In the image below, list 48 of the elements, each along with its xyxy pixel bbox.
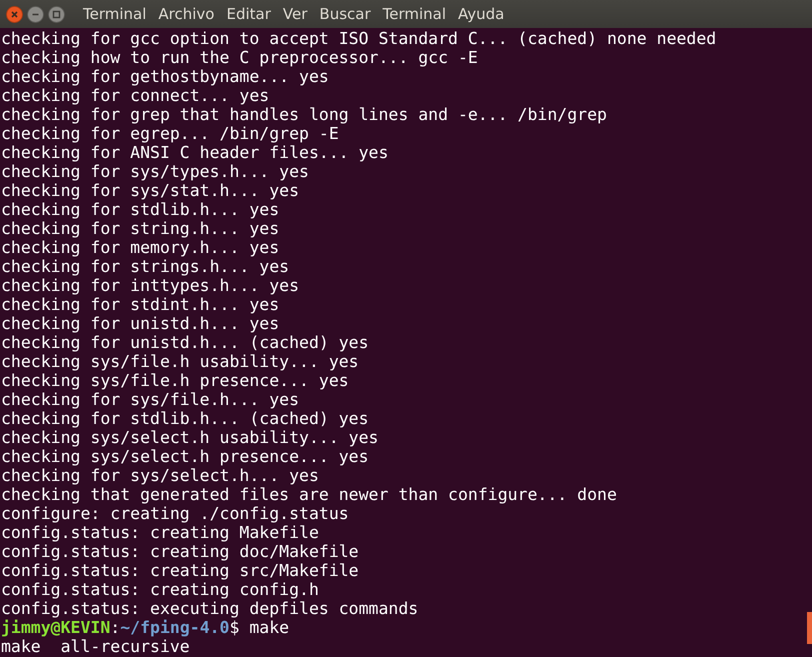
terminal-line: config.status: creating doc/Makefile: [1, 542, 360, 561]
terminal-line: checking how to run the C preprocessor... gcc -E: [1, 48, 479, 67]
prompt-symbol: $: [230, 618, 240, 637]
terminal-line: checking for ANSI C header files... yes: [1, 143, 390, 162]
terminal-line: checking for memory.h... yes: [1, 238, 280, 257]
terminal-line: config.status: executing depfiles commands: [1, 599, 420, 618]
terminal-line: checking for sys/select.h... yes: [1, 466, 320, 485]
prompt-user: jimmy@KEVIN: [1, 618, 110, 637]
prompt-path: ~/fping-4.0: [120, 618, 230, 637]
terminal-line: checking for stdlib.h... (cached) yes: [1, 409, 370, 428]
terminal-line: checking for gcc option to accept ISO Standard C... (cached) none needed: [1, 29, 718, 48]
terminal-line: checking for connect... yes: [1, 86, 270, 105]
terminal-line: checking for stdint.h... yes: [1, 295, 280, 314]
close-icon[interactable]: [6, 6, 23, 22]
terminal-line: checking for grep that handles long lines and -e... /bin/grep: [1, 105, 608, 124]
terminal-line: checking for sys/types.h... yes: [1, 162, 310, 181]
terminal-line: checking sys/file.h presence... yes: [1, 371, 350, 390]
menu-item[interactable]: Ayuda: [454, 5, 508, 23]
menu-item[interactable]: Terminal: [378, 5, 450, 23]
terminal-line: checking for sys/file.h... yes: [1, 390, 300, 409]
menu-item[interactable]: Ver: [278, 5, 312, 23]
terminal-line: checking for unistd.h... yes: [1, 314, 280, 333]
terminal-line: make all-recursive: [1, 637, 191, 656]
menu-item[interactable]: Archivo: [154, 5, 218, 23]
terminal-line: checking for strings.h... yes: [1, 257, 290, 276]
terminal-line: checking sys/select.h presence... yes: [1, 447, 370, 466]
scrollbar[interactable]: [807, 612, 812, 644]
maximize-icon[interactable]: [48, 6, 65, 22]
terminal-line: checking for stdlib.h... yes: [1, 200, 280, 219]
terminal-line: checking for gethostbyname... yes: [1, 67, 330, 86]
menu-item[interactable]: Buscar: [315, 5, 375, 23]
terminal-line: config.status: creating src/Makefile: [1, 561, 360, 580]
terminal-line: checking for sys/stat.h... yes: [1, 181, 300, 200]
minimize-icon[interactable]: [27, 6, 44, 22]
menu-item[interactable]: Editar: [222, 5, 275, 23]
terminal-line: checking sys/select.h usability... yes: [1, 428, 380, 447]
terminal-line: checking for string.h... yes: [1, 219, 280, 238]
prompt-separator: :: [110, 618, 120, 637]
terminal-line: checking sys/file.h usability... yes: [1, 352, 360, 371]
terminal-line: checking for inttypes.h... yes: [1, 276, 300, 295]
terminal-line: checking for unistd.h... (cached) yes: [1, 333, 370, 352]
terminal-line: config.status: creating config.h: [1, 580, 320, 599]
command-text: make: [249, 618, 290, 637]
menu-item[interactable]: Terminal: [79, 5, 150, 23]
terminal-line: checking for egrep... /bin/grep -E: [1, 124, 340, 143]
terminal-line: config.status: creating Makefile: [1, 523, 320, 542]
terminal-line: checking that generated files are newer than configure... done: [1, 485, 618, 504]
terminal-line: configure: creating ./config.status: [1, 504, 350, 523]
